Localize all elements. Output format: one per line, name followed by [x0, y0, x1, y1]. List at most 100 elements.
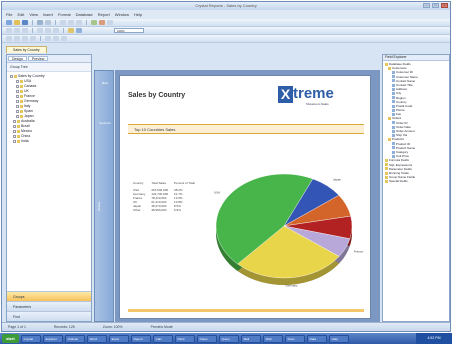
tab-preview[interactable]: Preview	[27, 56, 49, 61]
tree-item-label: France	[24, 94, 35, 98]
page-footer-rule	[128, 309, 364, 312]
search-icon[interactable]	[107, 20, 113, 25]
panel-title: Group Tree	[7, 63, 91, 72]
menu-report[interactable]: Report	[98, 12, 110, 17]
taskbar-item[interactable]: Docs	[284, 334, 305, 343]
refresh-icon[interactable]	[91, 20, 97, 25]
expand-icon[interactable]	[16, 104, 19, 108]
section-header: Top 10 Countries Sales	[128, 124, 364, 134]
align-left-icon[interactable]	[37, 28, 43, 33]
menu-view[interactable]: View	[29, 12, 38, 17]
menu-help[interactable]: Help	[134, 12, 142, 17]
tree-item-label: Brazil	[21, 124, 30, 128]
group-icon[interactable]	[22, 36, 28, 41]
taskbar-item[interactable]: Data	[306, 334, 327, 343]
menu-file[interactable]: File	[6, 12, 12, 17]
cut-icon[interactable]	[60, 20, 66, 25]
taskbar-item[interactable]: Help	[328, 334, 349, 343]
expand-icon[interactable]	[16, 79, 19, 83]
menu-edit[interactable]: Edit	[17, 12, 24, 17]
expand-icon[interactable]	[16, 94, 19, 98]
find-button[interactable]: Find	[7, 311, 91, 321]
table-icon[interactable]	[76, 28, 82, 33]
tree-item[interactable]: India	[10, 139, 88, 144]
taskbar-item[interactable]: Web	[262, 334, 283, 343]
expand-icon[interactable]	[13, 139, 16, 143]
copy-icon[interactable]	[68, 20, 74, 25]
bold-icon[interactable]	[6, 28, 12, 33]
taskbar-item[interactable]: Query	[218, 334, 239, 343]
app-window: Crystal Reports - Sales by Country – □ ×…	[1, 1, 451, 332]
tab-design[interactable]: Design	[8, 56, 27, 61]
picture-icon[interactable]	[61, 36, 67, 41]
expand-icon[interactable]	[10, 74, 13, 78]
expand-icon[interactable]	[13, 124, 16, 128]
folder-icon	[20, 89, 23, 93]
taskbar-item[interactable]: Report	[130, 334, 151, 343]
print-icon[interactable]	[37, 20, 43, 25]
parameters-button[interactable]: Parameters	[7, 301, 91, 311]
menu-window[interactable]: Window	[115, 12, 129, 17]
taskbar-item[interactable]: Outlook	[64, 334, 85, 343]
groups-button[interactable]: Groups	[7, 291, 91, 301]
report-title: Sales by Country	[128, 92, 186, 99]
chart-icon[interactable]	[68, 28, 74, 33]
expand-icon[interactable]	[16, 99, 19, 103]
taskbar-item[interactable]: Explorer	[42, 334, 63, 343]
taskbar-item[interactable]: Notes	[196, 334, 217, 343]
text-object-icon[interactable]	[14, 36, 20, 41]
save-icon[interactable]	[22, 20, 28, 25]
expand-icon[interactable]	[13, 129, 16, 133]
taskbar-item[interactable]: Excel	[108, 334, 129, 343]
italic-icon[interactable]	[14, 28, 20, 33]
folder-icon	[17, 119, 20, 123]
expand-icon[interactable]	[13, 119, 16, 123]
new-icon[interactable]	[6, 20, 12, 25]
line-icon[interactable]	[45, 36, 51, 41]
field-explorer-panel: Field Explorer Database Fields Customers C…	[382, 54, 450, 322]
strip-label-details[interactable]: Details	[97, 191, 111, 221]
folder-icon	[385, 179, 388, 183]
summary-icon[interactable]	[30, 36, 36, 41]
pie-data-label: USA	[214, 190, 220, 194]
expand-icon[interactable]	[16, 109, 19, 113]
expand-icon[interactable]	[13, 134, 16, 138]
menu-insert[interactable]: Insert	[43, 12, 53, 17]
taskbar-item[interactable]: Mail	[240, 334, 261, 343]
table-cell: 38,950,000	[151, 208, 167, 212]
stop-icon[interactable]	[99, 20, 105, 25]
minimize-button[interactable]: –	[423, 3, 430, 8]
box-icon[interactable]	[53, 36, 59, 41]
column-header: Percent of Total	[174, 181, 195, 185]
tree-item-label: Mexico	[21, 129, 33, 133]
underline-icon[interactable]	[22, 28, 28, 33]
maximize-button[interactable]: □	[432, 3, 439, 8]
folder-icon	[14, 74, 17, 78]
tab-sales-by-country[interactable]: Sales by Country	[6, 46, 47, 53]
expand-icon[interactable]	[16, 89, 19, 93]
taskbar-item[interactable]: Crystal	[20, 334, 41, 343]
taskbar-item[interactable]: Word	[86, 334, 107, 343]
tree-item-label: USA	[24, 79, 32, 83]
field-icon[interactable]	[6, 36, 12, 41]
paste-icon[interactable]	[76, 20, 82, 25]
align-right-icon[interactable]	[53, 28, 59, 33]
menu-format[interactable]: Format	[58, 12, 71, 17]
expand-icon[interactable]	[16, 84, 19, 88]
align-center-icon[interactable]	[45, 28, 51, 33]
expand-icon[interactable]	[16, 114, 19, 118]
strip-label-sections[interactable]: Sections	[98, 121, 112, 127]
taskbar-item[interactable]: Calc	[152, 334, 173, 343]
zoom-select[interactable]: 100%	[114, 28, 144, 33]
close-button[interactable]: ×	[441, 3, 448, 8]
field-tree-item[interactable]: Special Fields	[385, 179, 447, 183]
preview-icon[interactable]	[45, 20, 51, 25]
left-panel-tabs: Design Preview	[7, 55, 91, 63]
menu-database[interactable]: Database	[76, 12, 93, 17]
tree-item-label: India	[21, 139, 29, 143]
strip-label-main[interactable]: Main	[98, 81, 112, 87]
start-button[interactable]: start	[2, 334, 19, 343]
taskbar-item[interactable]: Paint	[174, 334, 195, 343]
window-controls: – □ ×	[423, 3, 448, 8]
open-icon[interactable]	[14, 20, 20, 25]
